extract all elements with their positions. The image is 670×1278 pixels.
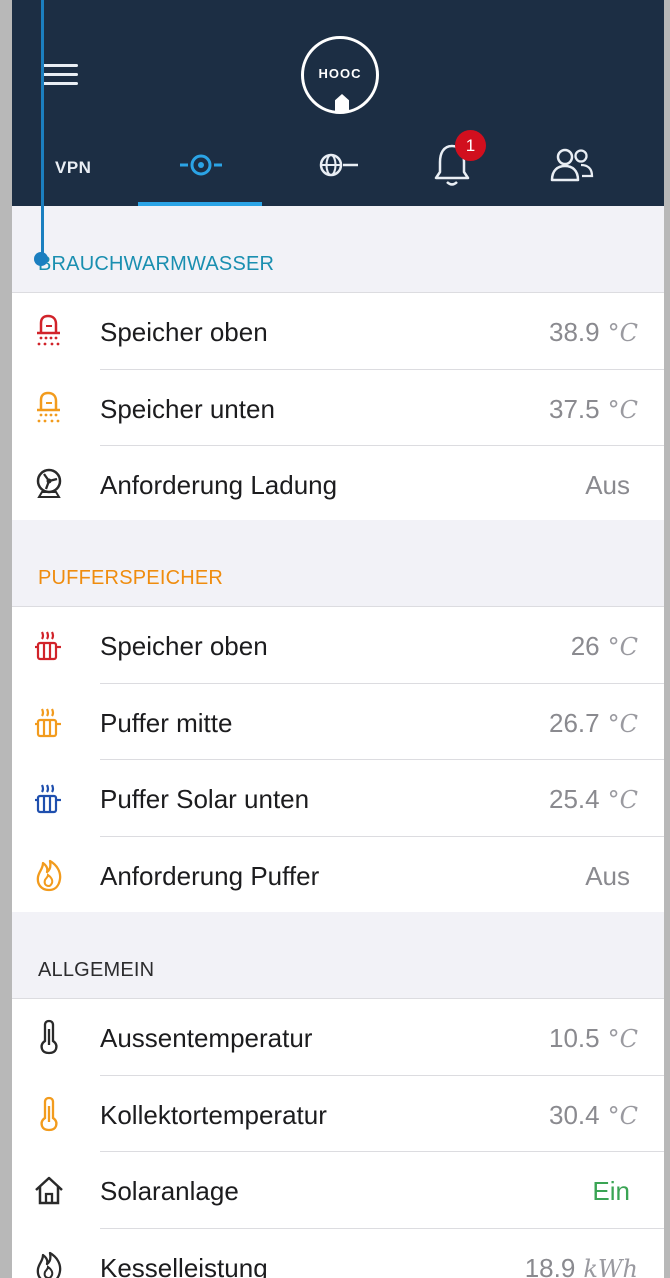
tab-vpn-label: VPN [55, 158, 92, 177]
row-label: Anforderung Ladung [100, 470, 338, 500]
section-header-allgemein: ALLGEMEIN [12, 912, 664, 998]
value-unit: °C [607, 1101, 638, 1130]
value-number: 37.5 [549, 393, 600, 424]
flame-icon [36, 1251, 62, 1278]
row-label: Puffer mitte [100, 707, 233, 738]
value-number: 30.4 [549, 1099, 600, 1130]
list-allgemein: Aussentemperatur 10.5 °C Kollektortempera… [12, 998, 664, 1278]
home-icon [35, 1176, 63, 1205]
row-value: Ein [592, 1176, 638, 1207]
row-label: Anforderung Puffer [100, 860, 320, 891]
row-value: 26.7 °C [549, 708, 638, 739]
row-label: Speicher oben [100, 317, 268, 347]
row-label: Puffer Solar unten [100, 784, 310, 814]
logo-text: HOOC [318, 66, 362, 81]
tab-vpn[interactable]: VPN [42, 130, 112, 206]
section-title: PUFFERSPEICHER [38, 567, 224, 589]
row-value: 25.4 °C [549, 784, 638, 815]
row-label: Aussentemperatur [100, 1023, 313, 1053]
value-unit: °C [607, 709, 638, 738]
tab-remote-connection[interactable] [274, 130, 398, 206]
row-label: Kesselleistung [100, 1252, 268, 1278]
pump-icon [36, 468, 62, 498]
top-bar: HOOC VPN 1 [12, 0, 664, 206]
value-unit: °C [607, 319, 638, 347]
value-unit: °C [607, 395, 638, 424]
radiator-red-icon [35, 631, 61, 661]
value-unit: °C [607, 786, 638, 814]
list-item[interactable]: Puffer mitte 26.7 °C [12, 684, 664, 760]
list-item[interactable]: Puffer Solar unten 25.4 °C [12, 760, 664, 837]
value-number: 10.5 [549, 1023, 600, 1053]
list-item[interactable]: Aussentemperatur 10.5 °C [12, 999, 664, 1076]
value-number: Ein [592, 1176, 630, 1206]
row-value: 18.9 kWh [525, 1253, 638, 1278]
app-frame: HOOC VPN 1 BRAUCHWARMWASSER Speicher obe… [12, 0, 664, 1278]
hooc-logo: HOOC [301, 36, 379, 114]
row-label: Speicher unten [100, 393, 275, 424]
menu-icon[interactable] [42, 64, 78, 86]
annotation-pointer-dot [34, 252, 48, 266]
tab-notifications[interactable]: 1 [412, 130, 492, 206]
value-unit: kWh [583, 1254, 638, 1278]
users-icon [550, 148, 594, 182]
value-number: 25.4 [549, 784, 600, 814]
value-unit: °C [607, 1025, 638, 1053]
tab-bar: VPN 1 [12, 130, 664, 206]
row-value: 26 °C [571, 631, 638, 662]
row-label: Kollektortemperatur [100, 1099, 327, 1130]
row-value: 38.9 °C [549, 317, 638, 348]
section-title: BRAUCHWARMWASSER [38, 253, 275, 275]
row-value: Aus [585, 861, 638, 892]
radiator-orange-icon [35, 708, 61, 737]
row-value: Aus [585, 470, 638, 501]
list-brauchwarmwasser: Speicher oben 38.9 °C Speicher unten 37.5… [12, 292, 664, 524]
section-title: ALLGEMEIN [38, 959, 155, 981]
list-item[interactable]: Anforderung Puffer Aus [12, 837, 664, 914]
value-number: Aus [585, 860, 630, 891]
logo-house-icon [335, 94, 349, 112]
list-item[interactable]: Kesselleistung 18.9 kWh [12, 1229, 664, 1278]
value-unit: °C [607, 633, 638, 661]
tab-local-connection[interactable] [138, 130, 262, 206]
notification-badge: 1 [455, 130, 486, 161]
shower-orange-icon [37, 391, 60, 422]
list-item[interactable]: Anforderung Ladung Aus [12, 446, 664, 523]
value-number: 18.9 [524, 1252, 576, 1278]
section-header-brauchwarmwasser: BRAUCHWARMWASSER [12, 206, 664, 292]
row-value: 10.5 °C [549, 1023, 638, 1054]
shower-red-icon [37, 314, 60, 346]
radiator-blue-icon [35, 784, 61, 814]
value-number: 26.7 [549, 707, 600, 738]
row-label: Speicher oben [100, 631, 268, 661]
row-value: 30.4 °C [549, 1100, 638, 1131]
list-item[interactable]: Solaranlage Ein [12, 1152, 664, 1229]
value-number: Aus [585, 470, 630, 500]
thermometer-icon [40, 1019, 58, 1055]
row-value: 37.5 °C [549, 394, 638, 425]
thermometer-orange-icon [40, 1096, 58, 1131]
list-item[interactable]: Kollektortemperatur 30.4 °C [12, 1076, 664, 1152]
list-item[interactable]: Speicher oben 26 °C [12, 607, 664, 684]
local-connection-icon [180, 154, 222, 176]
globe-connection-icon [319, 153, 358, 177]
list-item[interactable]: Speicher unten 37.5 °C [12, 370, 664, 446]
tab-users[interactable] [532, 130, 622, 206]
annotation-pointer-line [41, 0, 44, 256]
list-pufferspeicher: Speicher oben 26 °C Puffer mitte 26.7 °C P… [12, 606, 664, 914]
section-header-pufferspeicher: PUFFERSPEICHER [12, 520, 664, 606]
list-item[interactable]: Speicher oben 38.9 °C [12, 293, 664, 370]
value-number: 26 [570, 631, 600, 661]
row-label: Solaranlage [100, 1176, 239, 1206]
value-number: 38.9 [549, 317, 600, 347]
flame-orange-icon [36, 859, 62, 891]
